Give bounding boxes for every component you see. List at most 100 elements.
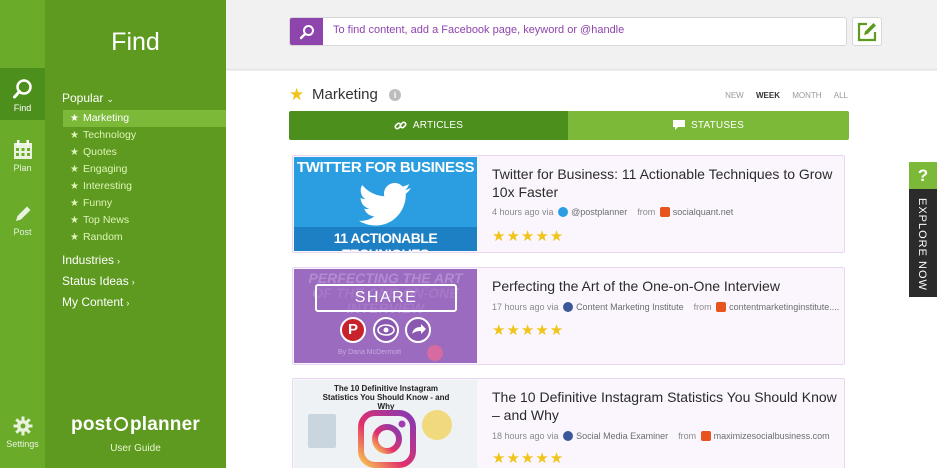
- sidebar-item-label: Engaging: [82, 163, 128, 175]
- brand-logo: post planner: [45, 414, 226, 436]
- search-icon: [299, 24, 314, 39]
- my-content-toggle[interactable]: My Content ›: [62, 295, 129, 309]
- thumb-share-text: SHARE: [315, 284, 457, 312]
- sidebar-item-label: Random: [82, 231, 123, 243]
- article-rating[interactable]: ★★★★★: [492, 321, 564, 339]
- facebook-icon: [563, 302, 574, 312]
- search-bar: [289, 17, 847, 46]
- range-new[interactable]: NEW: [725, 91, 744, 100]
- search-input[interactable]: [333, 24, 833, 36]
- range-all[interactable]: ALL: [834, 91, 848, 100]
- eye-icon: [373, 317, 399, 343]
- star-icon: ★: [70, 113, 79, 124]
- star-icon: ★: [70, 147, 79, 158]
- sidebar-item-marketing[interactable]: ★ Marketing: [63, 110, 226, 127]
- compose-button[interactable]: [852, 17, 882, 46]
- sidebar-item-interesting[interactable]: ★ Interesting: [63, 178, 226, 195]
- explore-now-tab[interactable]: ? EXPLORE NOW: [909, 162, 937, 297]
- article-via[interactable]: @postplanner: [571, 207, 627, 217]
- article-thumbnail: TWITTER FOR BUSINESS 11 ACTIONABLE TECHN…: [294, 157, 477, 251]
- article-thumbnail: The 10 Definitive Instagram Statistics Y…: [294, 380, 477, 468]
- decor-circle: [422, 410, 452, 440]
- star-icon: ★: [70, 232, 79, 243]
- star-icon: ★: [70, 181, 79, 192]
- link-icon: [394, 121, 407, 130]
- article-time: 17 hours ago via: [492, 302, 559, 312]
- sidebar-title: Find: [111, 28, 160, 56]
- chevron-right-icon: ›: [126, 298, 130, 308]
- search-icon: [12, 79, 32, 99]
- sidebar-item-label: Quotes: [82, 146, 117, 158]
- star-icon: ★: [70, 130, 79, 141]
- calendar-icon: [13, 140, 32, 159]
- article-via[interactable]: Social Media Examiner: [576, 431, 668, 441]
- sidebar-item-quotes[interactable]: ★ Quotes: [63, 144, 226, 161]
- chevron-down-icon: ⌄: [106, 94, 114, 104]
- thumb-top-text: TWITTER FOR BUSINESS: [296, 159, 475, 176]
- search-button[interactable]: [290, 18, 323, 45]
- category-title: Marketing: [312, 86, 378, 103]
- info-icon[interactable]: i: [389, 89, 401, 101]
- twitter-bird-icon: [359, 183, 411, 226]
- industries-toggle[interactable]: Industries ›: [62, 253, 120, 267]
- popular-label: Popular: [62, 91, 104, 105]
- article-source[interactable]: contentmarketinginstitute....: [729, 302, 839, 312]
- tab-articles-label: ARTICLES: [412, 120, 464, 131]
- range-month[interactable]: MONTH: [792, 91, 821, 100]
- sidebar-item-random[interactable]: ★ Random: [63, 229, 226, 246]
- article-title[interactable]: Twitter for Business: 11 Actionable Tech…: [492, 165, 837, 201]
- star-icon: ★: [70, 198, 79, 209]
- article-card[interactable]: The 10 Definitive Instagram Statistics Y…: [292, 378, 845, 468]
- industries-label: Industries: [62, 253, 115, 267]
- time-range-filter: NEW WEEK MONTH ALL: [715, 91, 848, 100]
- help-icon[interactable]: ?: [909, 162, 937, 189]
- article-card[interactable]: TWITTER FOR BUSINESS 11 ACTIONABLE TECHN…: [292, 155, 845, 253]
- cmi-logo-icon: [427, 345, 443, 361]
- article-source[interactable]: socialquant.net: [673, 207, 734, 217]
- top-bar: [226, 0, 937, 70]
- rail-find-label: Find: [13, 103, 32, 113]
- brand-left: post: [71, 414, 112, 435]
- article-from-label: from: [693, 302, 712, 312]
- instagram-logo-icon: [358, 410, 416, 468]
- sidebar-item-label: Funny: [82, 197, 113, 209]
- user-guide-link[interactable]: User Guide: [45, 443, 226, 454]
- facebook-icon: [563, 431, 574, 441]
- article-meta: 4 hours ago via @postplanner from social…: [492, 207, 733, 217]
- rail-settings[interactable]: Settings: [0, 416, 45, 449]
- content-area: ★ Marketing i NEW WEEK MONTH ALL ARTICLE…: [226, 71, 937, 468]
- rail-post[interactable]: Post: [0, 204, 45, 237]
- favorite-star-icon[interactable]: ★: [289, 85, 304, 105]
- star-icon: ★: [70, 164, 79, 175]
- article-title[interactable]: The 10 Definitive Instagram Statistics Y…: [492, 388, 837, 424]
- article-rating[interactable]: ★★★★★: [492, 227, 564, 245]
- rss-icon: [659, 207, 670, 217]
- sidebar-item-top-news[interactable]: ★ Top News: [63, 212, 226, 229]
- nav-rail: Find Plan Post Settings: [0, 0, 45, 468]
- rail-find[interactable]: Find: [0, 68, 45, 120]
- sidebar-item-funny[interactable]: ★ Funny: [63, 195, 226, 212]
- popular-section-toggle[interactable]: Popular ⌄: [62, 91, 114, 105]
- popular-list: ★ Marketing ★ Technology ★ Quotes ★ Engaging…: [63, 110, 226, 246]
- article-card[interactable]: PERFECTING THE ART OF THE ONE-ON-ONE INT…: [292, 267, 845, 365]
- rail-plan[interactable]: Plan: [0, 140, 45, 173]
- sidebar-item-label: Marketing: [82, 112, 130, 124]
- tab-articles[interactable]: ARTICLES: [289, 111, 568, 140]
- tab-statuses[interactable]: STATUSES: [568, 111, 849, 140]
- article-title[interactable]: Perfecting the Art of the One-on-One Int…: [492, 277, 837, 295]
- rss-icon: [700, 431, 711, 441]
- article-via[interactable]: Content Marketing Institute: [576, 302, 684, 312]
- article-source[interactable]: maximizesocialbusiness.com: [714, 431, 830, 441]
- find-sidebar: Find Popular ⌄ ★ Marketing ★ Technology ★ Qu…: [45, 0, 226, 468]
- sidebar-item-technology[interactable]: ★ Technology: [63, 127, 226, 144]
- share-arrow-icon: [405, 317, 431, 343]
- status-ideas-toggle[interactable]: Status Ideas ›: [62, 274, 135, 288]
- article-meta: 18 hours ago via Social Media Examiner f…: [492, 431, 830, 441]
- range-week[interactable]: WEEK: [756, 91, 780, 100]
- article-rating[interactable]: ★★★★★: [492, 449, 564, 467]
- sidebar-item-engaging[interactable]: ★ Engaging: [63, 161, 226, 178]
- article-time: 4 hours ago via: [492, 207, 554, 217]
- compose-icon: [857, 22, 877, 41]
- chevron-right-icon: ›: [131, 277, 135, 287]
- star-icon: ★: [70, 215, 79, 226]
